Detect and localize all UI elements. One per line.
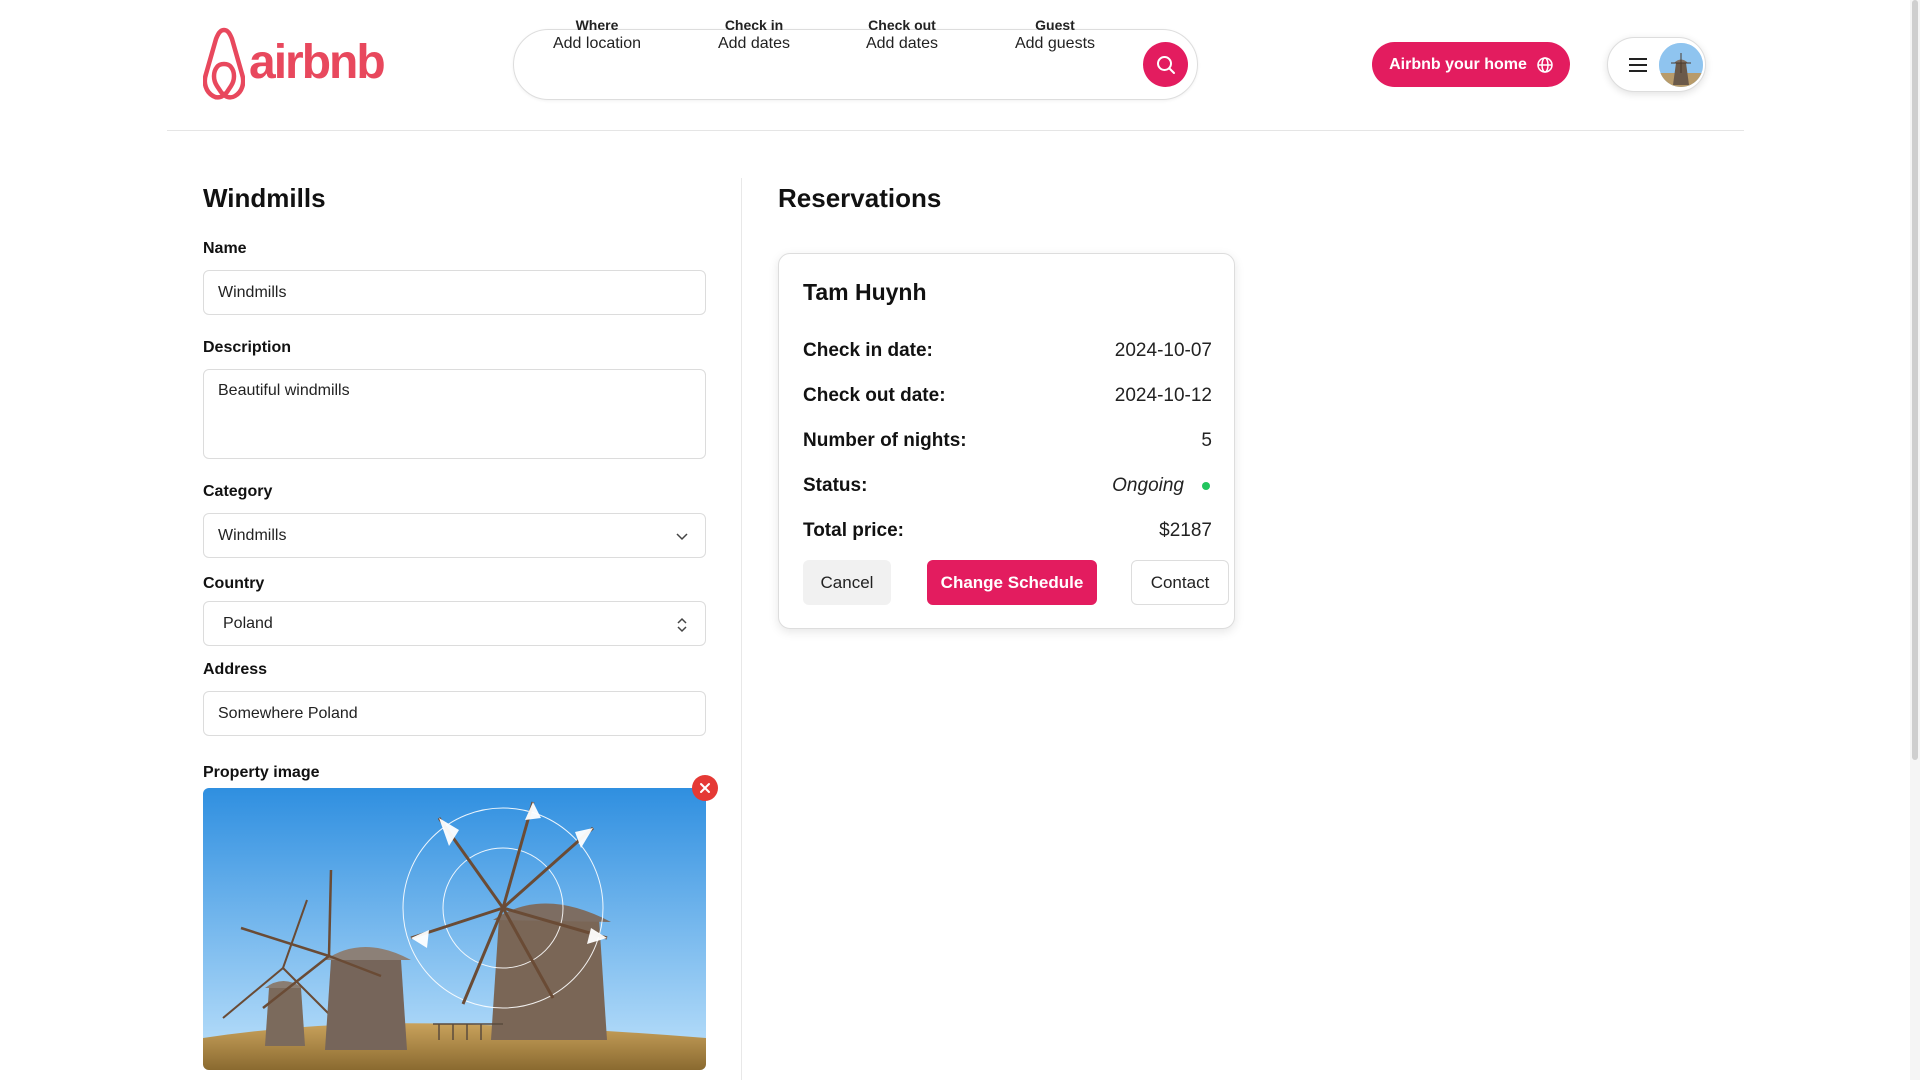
search-check-in-title: Check in: [724, 17, 784, 33]
nights-value: 5: [1201, 430, 1212, 451]
description-value: Beautiful windmills: [218, 382, 350, 399]
guest-name: Tam Huynh: [803, 279, 927, 305]
search-button[interactable]: [1143, 42, 1188, 87]
status-dot: [1202, 482, 1210, 490]
reservation-card: Tam Huynh Check in date: 2024-10-07 Chec…: [778, 253, 1235, 629]
description-textarea[interactable]: Beautiful windmills: [203, 369, 706, 459]
status-label: Status:: [803, 475, 868, 496]
windmills-photo: [203, 788, 706, 1070]
property-image: [203, 788, 706, 1070]
header-divider: [167, 130, 1744, 131]
nights-label: Number of nights:: [803, 430, 967, 451]
search-check-out-title: Check out: [868, 17, 936, 33]
check-in-value: 2024-10-07: [1114, 340, 1212, 361]
address-value: Somewhere Poland: [218, 704, 358, 722]
status-value: Ongoing: [1112, 475, 1184, 496]
total-row: Total price: $2187: [803, 519, 1212, 543]
hamburger-icon: [1629, 58, 1647, 72]
status-value-group: Ongoing: [1112, 475, 1212, 497]
search-where[interactable]: Where Add location: [527, 16, 667, 54]
cancel-button[interactable]: Cancel: [803, 560, 891, 605]
globe-icon: [1537, 56, 1553, 73]
airbnb-logo-icon: [203, 27, 245, 100]
airbnb-your-home-button[interactable]: Airbnb your home: [1372, 42, 1570, 87]
chevron-down-icon: [676, 533, 688, 541]
reservations-title: Reservations: [778, 183, 942, 213]
property-title: Windmills: [203, 183, 326, 213]
search-check-in-value: Add dates: [717, 35, 791, 52]
search-icon: [1156, 55, 1175, 74]
search-where-title: Where: [575, 17, 619, 33]
column-divider: [741, 178, 742, 1080]
category-select[interactable]: Windmills: [203, 513, 706, 558]
address-input[interactable]: Somewhere Poland: [203, 691, 706, 736]
country-label: Country: [203, 575, 265, 592]
airbnb-logo[interactable]: airbnb: [203, 26, 386, 104]
name-input-value: Windmills: [218, 283, 287, 301]
property-image-label: Property image: [203, 764, 320, 781]
category-value: Windmills: [218, 526, 287, 544]
check-out-label: Check out date:: [803, 385, 946, 406]
check-in-label: Check in date:: [803, 340, 933, 361]
search-check-in[interactable]: Check in Add dates: [684, 16, 824, 54]
up-down-chevron-icon: [677, 617, 687, 633]
search-guest-title: Guest: [1035, 17, 1075, 33]
check-out-value: 2024-10-12: [1114, 385, 1212, 406]
nights-row: Number of nights: 5: [803, 429, 1212, 453]
close-icon: [700, 783, 710, 793]
name-label: Name: [203, 240, 247, 257]
name-input[interactable]: Windmills: [203, 270, 706, 315]
search-guest-value: Add guests: [1014, 35, 1096, 52]
address-label: Address: [203, 661, 268, 678]
brand-name: airbnb: [249, 36, 386, 89]
country-select[interactable]: Poland: [203, 601, 706, 646]
description-label: Description: [203, 339, 292, 356]
airbnb-your-home-label: Airbnb your home: [1389, 55, 1527, 73]
country-value: Poland: [223, 614, 273, 632]
status-row: Status: Ongoing: [803, 474, 1212, 498]
total-label: Total price:: [803, 520, 904, 541]
check-out-row: Check out date: 2024-10-12: [803, 384, 1212, 408]
change-schedule-button[interactable]: Change Schedule: [927, 560, 1097, 605]
check-in-row: Check in date: 2024-10-07: [803, 339, 1212, 363]
category-label: Category: [203, 483, 273, 500]
search-where-value: Add location: [552, 35, 642, 52]
search-check-out-value: Add dates: [865, 35, 939, 52]
user-menu-button[interactable]: [1607, 37, 1706, 92]
total-value: $2187: [1159, 520, 1212, 541]
avatar-windmill-image: [1659, 43, 1703, 87]
contact-button[interactable]: Contact: [1131, 560, 1229, 605]
search-check-out[interactable]: Check out Add dates: [832, 16, 972, 54]
page-scrollbar-thumb[interactable]: [1912, 0, 1918, 760]
top-navigation: airbnb Where Add location Check in Add d…: [0, 0, 1920, 131]
user-avatar[interactable]: [1659, 43, 1703, 87]
search-guest[interactable]: Guest Add guests: [985, 16, 1125, 54]
remove-image-button[interactable]: [692, 775, 718, 801]
